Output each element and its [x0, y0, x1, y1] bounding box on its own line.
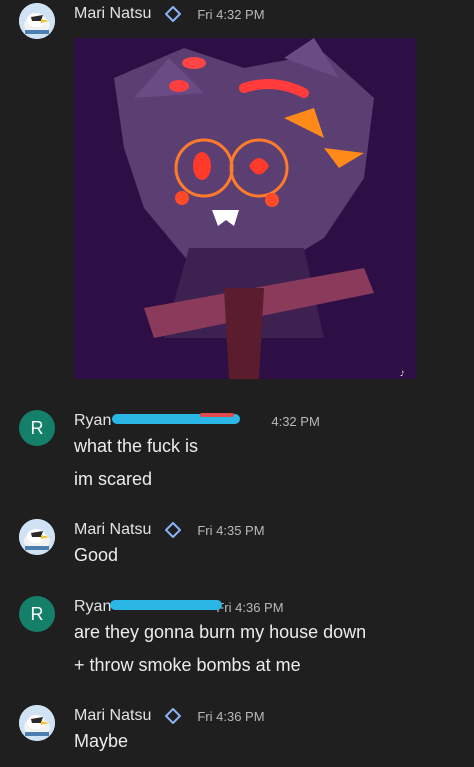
sender-name[interactable]: Ryan: [74, 412, 111, 430]
diamond-badge-icon: [165, 708, 182, 724]
diamond-badge-icon: [165, 522, 182, 538]
sender-name[interactable]: Mari Natsu: [74, 707, 151, 725]
timestamp: Fri 4:35 PM: [197, 522, 265, 538]
timestamp: 4:32 PM: [271, 413, 320, 429]
timestamp: Fri 4:36 PM: [216, 599, 284, 615]
mari-natsu-avatar[interactable]: [19, 3, 55, 39]
message-line: + throw smoke bombs at me: [74, 655, 301, 675]
avatar-letter: R: [30, 603, 44, 624]
avatar-letter: R: [30, 417, 44, 438]
svg-text:♪: ♪: [400, 370, 404, 378]
timestamp: Fri 4:32 PM: [197, 6, 265, 22]
timestamp: Fri 4:36 PM: [197, 708, 265, 724]
ryan-avatar[interactable]: R: [19, 410, 55, 446]
mari-natsu-avatar[interactable]: [19, 519, 55, 555]
diamond-badge-icon: [165, 6, 182, 22]
message-line: Maybe: [74, 731, 129, 751]
mari-natsu-avatar[interactable]: [19, 705, 55, 741]
redaction-scribble: [200, 413, 234, 417]
shared-image[interactable]: ♪: [74, 38, 416, 379]
message-line: Good: [74, 545, 119, 565]
sender-name[interactable]: Mari Natsu: [74, 521, 151, 539]
redaction-scribble: [110, 600, 222, 610]
message-line: are they gonna burn my house down: [74, 622, 367, 642]
sender-name[interactable]: Mari Natsu: [74, 5, 151, 23]
ryan-avatar[interactable]: R: [19, 596, 55, 632]
message-line: im scared: [74, 469, 153, 489]
sender-name[interactable]: Ryan: [74, 598, 111, 616]
message-line: what the fuck is: [74, 436, 199, 456]
